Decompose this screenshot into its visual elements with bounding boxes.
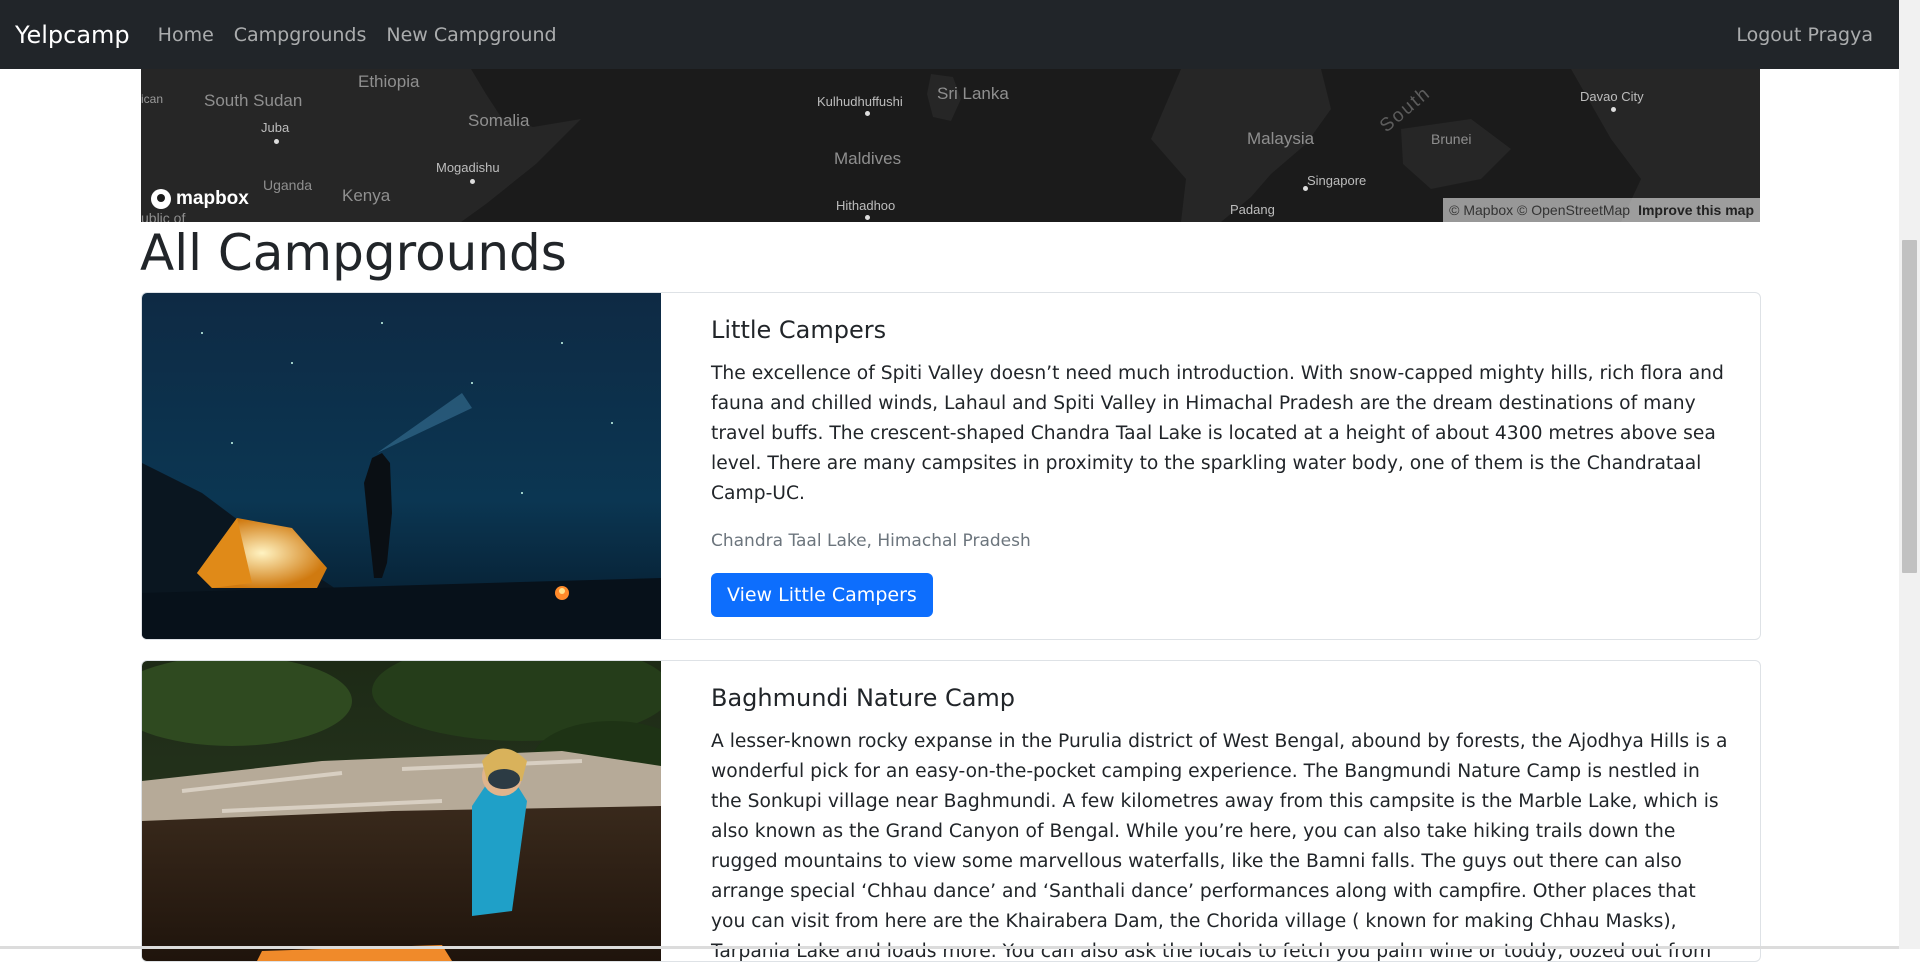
logout-link[interactable]: Logout Pragya <box>1736 24 1873 46</box>
nav-home-link[interactable]: Home <box>158 24 214 46</box>
map-label-singapore: Singapore <box>1307 173 1367 188</box>
map-label-south-sudan: South Sudan <box>204 91 303 110</box>
map-label-uganda: Uganda <box>263 177 313 193</box>
nav-new-campground-link[interactable]: New Campground <box>386 24 556 46</box>
map-label-hithadhoo: Hithadhoo <box>836 198 896 213</box>
map-marker-mogadishu <box>470 179 475 184</box>
map-label-somalia: Somalia <box>468 111 530 130</box>
river-snorkel-photo <box>142 661 661 961</box>
map-marker-davao-city <box>1611 107 1616 112</box>
campground-card-body: Little Campers The excellence of Spiti V… <box>661 293 1760 639</box>
scrollbar-thumb[interactable] <box>1902 240 1917 573</box>
campground-description: A lesser-known rocky expanse in the Puru… <box>711 731 1728 962</box>
map-label-davao-city: Davao City <box>1580 89 1644 104</box>
map-attribution-text[interactable]: © Mapbox © OpenStreetMap <box>1449 202 1630 218</box>
map-marker-juba <box>274 139 279 144</box>
campground-card: Baghmundi Nature Camp A lesser-known roc… <box>141 660 1761 962</box>
map-label-juba: Juba <box>261 120 290 135</box>
campground-location: Chandra Taal Lake, Himachal Pradesh <box>711 531 1031 551</box>
campground-card: Little Campers The excellence of Spiti V… <box>141 292 1761 640</box>
improve-map-link[interactable]: Improve this map <box>1638 202 1754 218</box>
map-marker-kulhudhuffushi <box>865 111 870 116</box>
map-label-brunei: Brunei <box>1431 131 1472 147</box>
map-label-kulhudhuffushi: Kulhudhuffushi <box>817 94 903 109</box>
map-label-sri-lanka: Sri Lanka <box>937 84 1009 103</box>
map-label-kenya: Kenya <box>342 186 391 205</box>
map-label-ethiopia: Ethiopia <box>358 72 420 91</box>
map-edge-label-bottom: ublic of <box>141 210 186 222</box>
campground-card-body: Baghmundi Nature Camp A lesser-known roc… <box>661 661 1760 961</box>
mapbox-logo-text: mapbox <box>176 188 249 209</box>
campground-description: The excellence of Spiti Valley doesn’t n… <box>711 363 1724 504</box>
mapbox-logo[interactable]: mapbox <box>151 188 249 210</box>
campground-image <box>142 661 661 961</box>
campground-title: Baghmundi Nature Camp <box>711 684 1016 712</box>
cluster-map[interactable]: ican ublic of South Sudan Ethiopia Somal… <box>141 69 1760 222</box>
map-label-mogadishu: Mogadishu <box>436 160 500 175</box>
map-label-maldives: Maldives <box>834 149 902 168</box>
map-label-padang: Padang <box>1230 202 1275 217</box>
map-marker-hithadhoo <box>865 215 870 220</box>
campground-title: Little Campers <box>711 316 887 344</box>
night-camp-photo <box>142 293 661 639</box>
map-label-malaysia: Malaysia <box>1247 129 1315 148</box>
map-marker-singapore <box>1303 186 1308 191</box>
nav-campgrounds-link[interactable]: Campgrounds <box>234 24 367 46</box>
navbar: Yelpcamp Home Campgrounds New Campground… <box>0 0 1899 69</box>
vertical-scrollbar[interactable] <box>1899 0 1920 949</box>
map-edge-label-left: ican <box>141 92 164 106</box>
brand-link[interactable]: Yelpcamp <box>15 21 130 49</box>
map-attribution: © Mapbox © OpenStreetMap Improve this ma… <box>1443 198 1760 222</box>
view-campground-button[interactable]: View Little Campers <box>711 573 933 617</box>
campground-image <box>142 293 661 639</box>
page-title: All Campgrounds <box>140 224 567 282</box>
mapbox-logo-icon <box>151 189 171 209</box>
